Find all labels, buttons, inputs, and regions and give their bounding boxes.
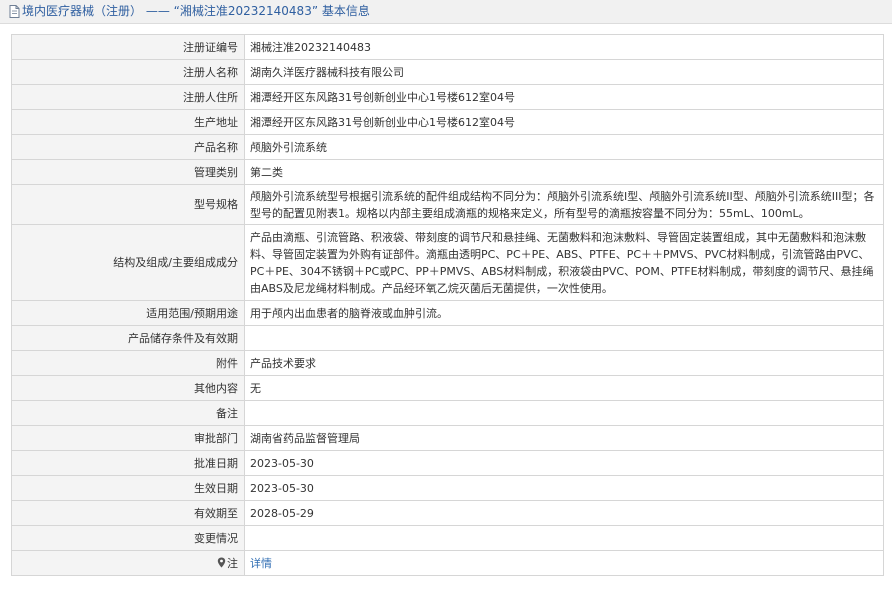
table-row: 适用范围/预期用途 用于颅内出血患者的脑脊液或血肿引流。 <box>11 300 884 326</box>
table-row: 审批部门 湖南省药品监督管理局 <box>11 425 884 451</box>
note-label-cell: 注 <box>11 550 245 576</box>
row-value: 产品技术要求 <box>244 350 884 376</box>
row-value: 用于颅内出血患者的脑脊液或血肿引流。 <box>244 300 884 326</box>
table-row: 变更情况 <box>11 525 884 551</box>
row-label: 审批部门 <box>11 425 245 451</box>
row-value: 湖南省药品监督管理局 <box>244 425 884 451</box>
row-value: 湘潭经开区东风路31号创新创业中心1号楼612室04号 <box>244 109 884 135</box>
row-label: 管理类别 <box>11 159 245 185</box>
row-label: 产品名称 <box>11 134 245 160</box>
row-value: 湘潭经开区东风路31号创新创业中心1号楼612室04号 <box>244 84 884 110</box>
row-label: 适用范围/预期用途 <box>11 300 245 326</box>
table-row: 附件 产品技术要求 <box>11 350 884 376</box>
row-value: 2023-05-30 <box>244 450 884 476</box>
row-label: 产品储存条件及有效期 <box>11 325 245 351</box>
row-label: 结构及组成/主要组成成分 <box>11 224 245 301</box>
row-value: 湘械注准20232140483 <box>244 34 884 60</box>
note-row: 注 详情 <box>11 550 884 576</box>
table-row: 其他内容 无 <box>11 375 884 401</box>
note-label: 注 <box>227 556 238 570</box>
row-label: 批准日期 <box>11 450 245 476</box>
table-row: 管理类别 第二类 <box>11 159 884 185</box>
row-label: 附件 <box>11 350 245 376</box>
table-row: 生产地址 湘潭经开区东风路31号创新创业中心1号楼612室04号 <box>11 109 884 135</box>
row-label: 注册人住所 <box>11 84 245 110</box>
page-title: 境内医疗器械（注册） —— “湘械注准20232140483” 基本信息 <box>22 4 370 18</box>
table-row: 注册人住所 湘潭经开区东风路31号创新创业中心1号楼612室04号 <box>11 84 884 110</box>
row-label: 变更情况 <box>11 525 245 551</box>
row-value: 湖南久洋医疗器械科技有限公司 <box>244 59 884 85</box>
row-label: 型号规格 <box>11 184 245 225</box>
page-header: 境内医疗器械（注册） —— “湘械注准20232140483” 基本信息 <box>0 0 892 24</box>
table-row: 型号规格 颅脑外引流系统型号根据引流系统的配件组成结构不同分为：颅脑外引流系统I… <box>11 184 884 225</box>
row-label: 生产地址 <box>11 109 245 135</box>
row-value: 产品由滴瓶、引流管路、积液袋、带刻度的调节尺和悬挂绳、无菌敷料和泡沫敷料、导管固… <box>244 224 884 301</box>
row-label: 有效期至 <box>11 500 245 526</box>
row-label: 备注 <box>11 400 245 426</box>
document-icon <box>9 5 20 18</box>
table-row: 批准日期 2023-05-30 <box>11 450 884 476</box>
row-label: 注册人名称 <box>11 59 245 85</box>
row-value: 颅脑外引流系统型号根据引流系统的配件组成结构不同分为：颅脑外引流系统I型、颅脑外… <box>244 184 884 225</box>
row-value: 颅脑外引流系统 <box>244 134 884 160</box>
note-value: 详情 <box>244 550 884 576</box>
table-row: 产品储存条件及有效期 <box>11 325 884 351</box>
table-row: 注册人名称 湖南久洋医疗器械科技有限公司 <box>11 59 884 85</box>
details-link[interactable]: 详情 <box>250 557 272 570</box>
table-row: 产品名称 颅脑外引流系统 <box>11 134 884 160</box>
row-value: 2028-05-29 <box>244 500 884 526</box>
row-value <box>244 525 884 551</box>
table-row: 有效期至 2028-05-29 <box>11 500 884 526</box>
row-value <box>244 325 884 351</box>
row-label: 生效日期 <box>11 475 245 501</box>
row-value: 第二类 <box>244 159 884 185</box>
table-row: 生效日期 2023-05-30 <box>11 475 884 501</box>
row-value <box>244 400 884 426</box>
row-value: 无 <box>244 375 884 401</box>
row-label: 其他内容 <box>11 375 245 401</box>
table-row: 注册证编号 湘械注准20232140483 <box>11 34 884 60</box>
registration-info-table: 注册证编号 湘械注准20232140483 注册人名称 湖南久洋医疗器械科技有限… <box>11 34 884 576</box>
location-pin-icon <box>217 557 226 567</box>
table-row: 结构及组成/主要组成成分 产品由滴瓶、引流管路、积液袋、带刻度的调节尺和悬挂绳、… <box>11 224 884 301</box>
row-value: 2023-05-30 <box>244 475 884 501</box>
row-label: 注册证编号 <box>11 34 245 60</box>
table-row: 备注 <box>11 400 884 426</box>
